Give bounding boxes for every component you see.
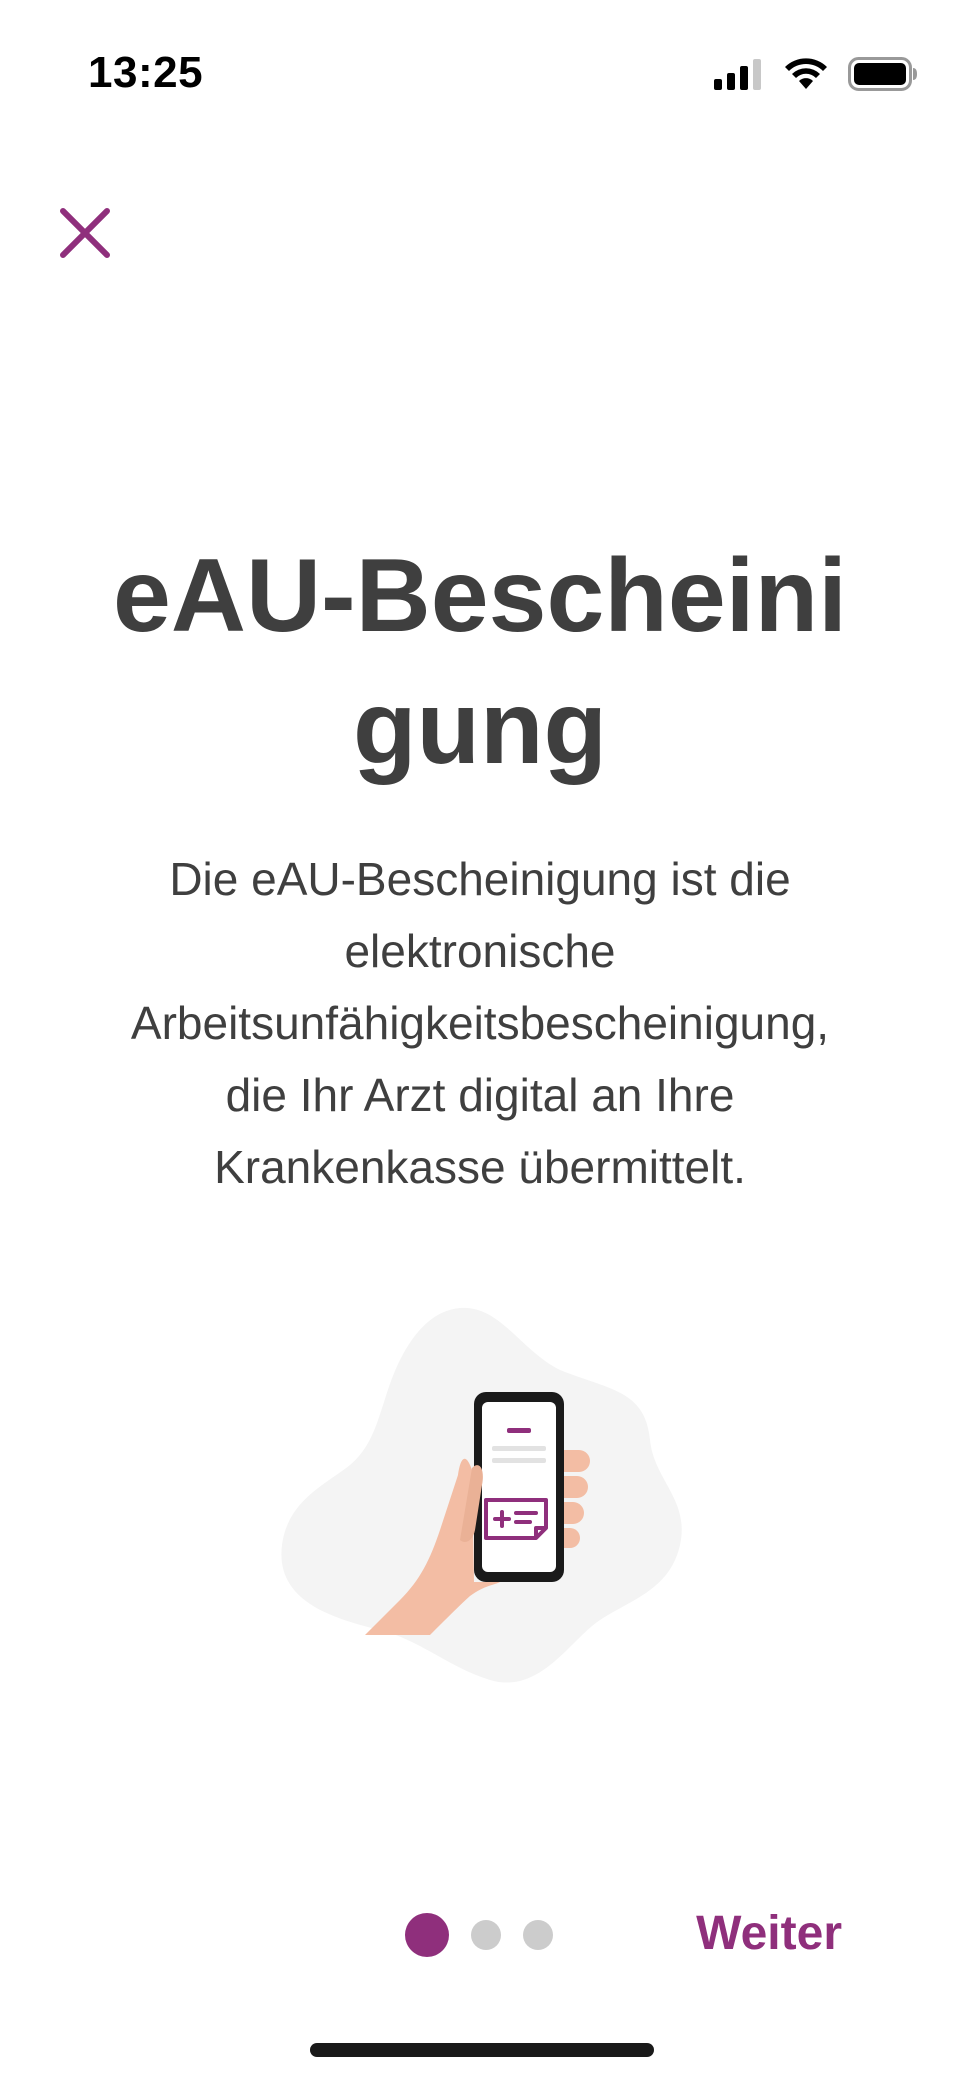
status-icons <box>714 54 918 98</box>
page-title-line: eAU-Bescheini <box>113 538 847 654</box>
description-line: elektronische <box>344 925 616 977</box>
battery-icon <box>848 56 918 96</box>
description-line: Arbeitsunfähigkeitsbescheinigung, <box>130 997 830 1049</box>
description-line: Krankenkasse übermittelt. <box>214 1141 746 1193</box>
page-dot[interactable] <box>471 1920 501 1950</box>
description: Die eAU-Bescheinigung ist die elektronis… <box>70 843 890 1203</box>
description-line: die Ihr Arzt digital an Ihre <box>225 1069 735 1121</box>
hand-holding-phone-icon <box>270 1300 690 1690</box>
cellular-signal-icon <box>714 58 764 95</box>
next-button[interactable]: Weiter <box>696 1906 842 1962</box>
home-indicator <box>310 2043 654 2057</box>
page-title: eAU-Bescheini gung <box>80 530 880 794</box>
page-title-line: gung <box>352 670 608 786</box>
description-line: Die eAU-Bescheinigung ist die <box>169 853 791 905</box>
wifi-icon <box>784 57 828 95</box>
page-dot[interactable] <box>523 1920 553 1950</box>
page-indicator <box>405 1912 553 1958</box>
status-time: 13:25 <box>88 48 204 97</box>
close-icon <box>57 205 113 266</box>
close-button[interactable] <box>50 200 120 270</box>
status-bar: 13:25 <box>0 0 960 150</box>
page-dot-active[interactable] <box>405 1913 449 1957</box>
